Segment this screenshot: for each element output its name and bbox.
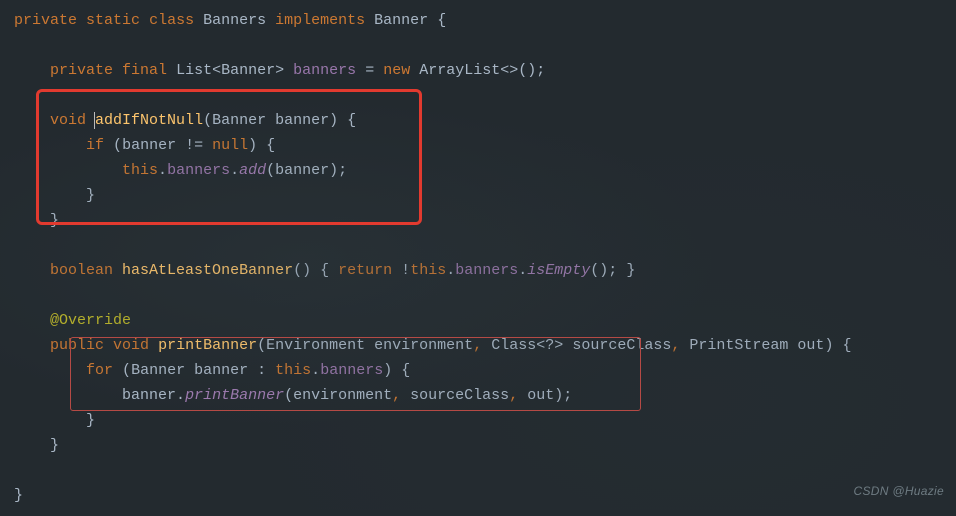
- line-13: }: [14, 412, 95, 429]
- line-6: }: [14, 187, 95, 204]
- line-10: public void printBanner(Environment envi…: [14, 337, 851, 354]
- line-12: banner.printBanner(environment, sourceCl…: [14, 387, 572, 404]
- line-4: if (banner != null) {: [14, 137, 275, 154]
- line-2: private final List<Banner> banners = new…: [14, 62, 545, 79]
- line-7: }: [14, 212, 59, 229]
- line-15: }: [14, 487, 23, 504]
- line-5: this.banners.add(banner);: [14, 162, 347, 179]
- line-11: for (Banner banner : this.banners) {: [14, 362, 410, 379]
- line-3: void addIfNotNull(Banner banner) {: [14, 112, 356, 129]
- line-1: private static class Banners implements …: [14, 12, 446, 29]
- code-block: private static class Banners implements …: [0, 0, 956, 516]
- line-14: }: [14, 437, 59, 454]
- line-8: boolean hasAtLeastOneBanner() { return !…: [14, 262, 635, 279]
- line-9: @Override: [14, 312, 131, 329]
- watermark: CSDN @Huazie: [854, 479, 944, 504]
